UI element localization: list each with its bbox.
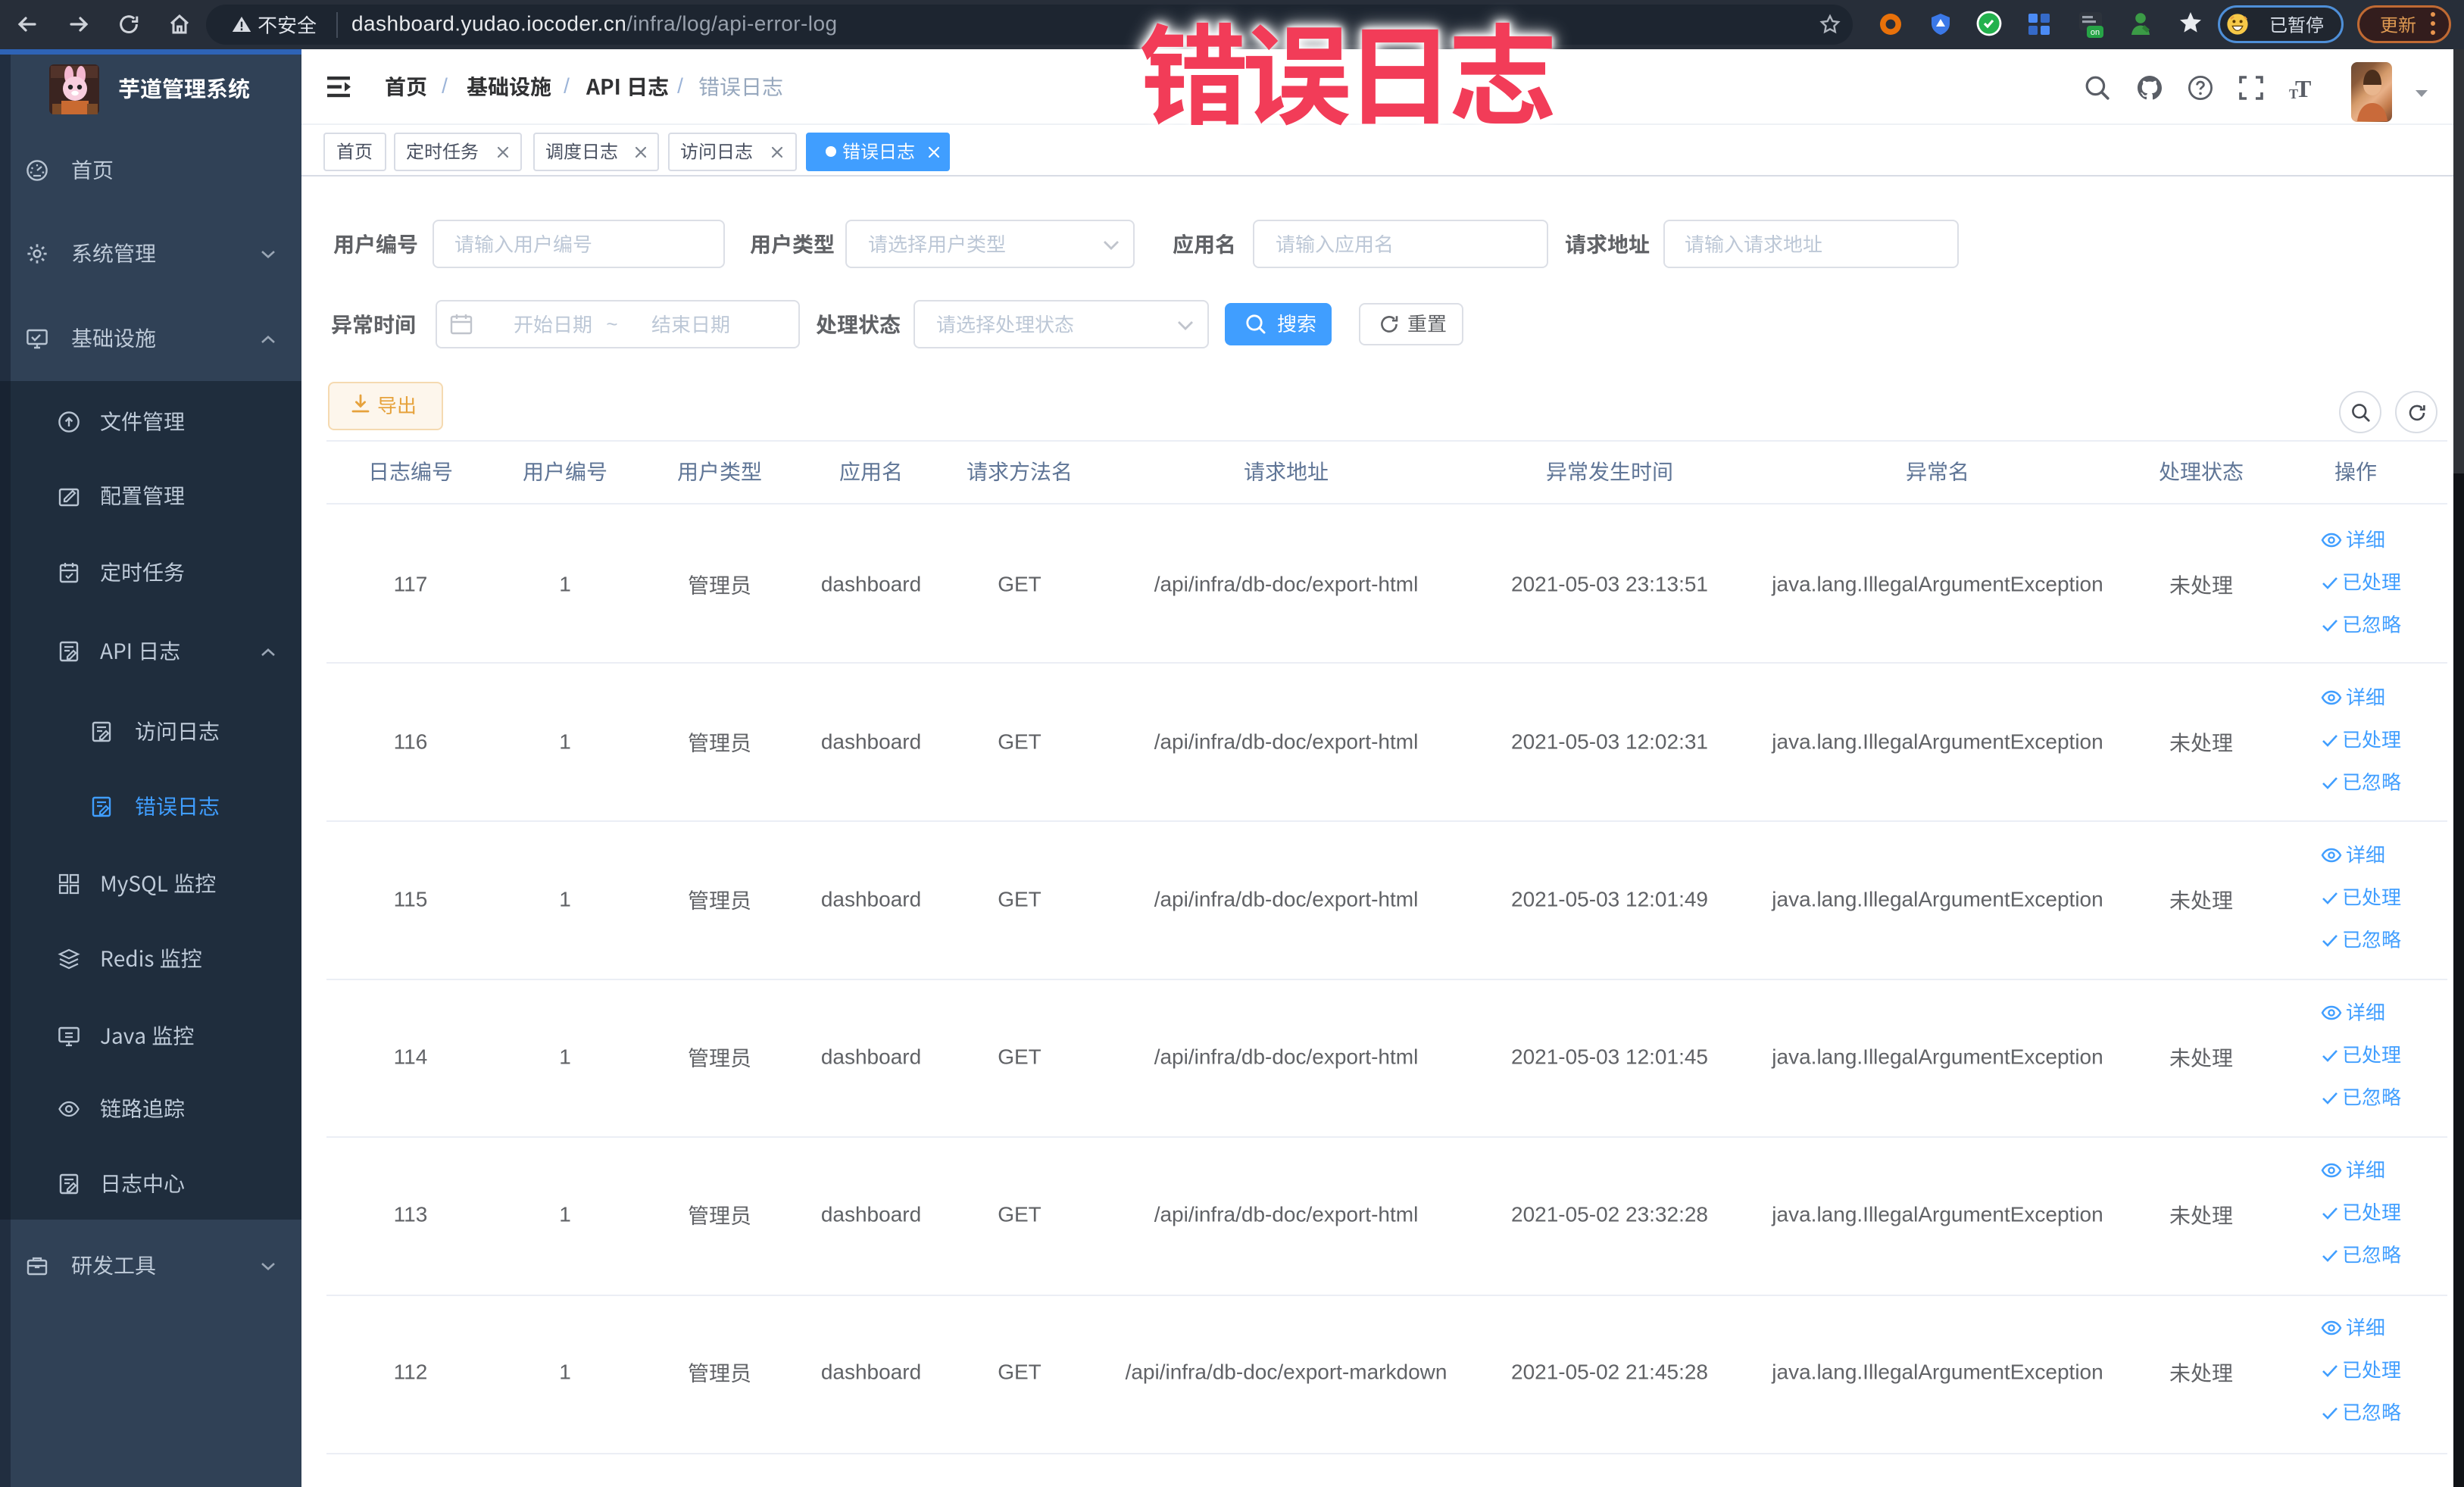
svg-text:on: on (2091, 28, 2100, 37)
svg-text:T: T (2289, 86, 2298, 100)
